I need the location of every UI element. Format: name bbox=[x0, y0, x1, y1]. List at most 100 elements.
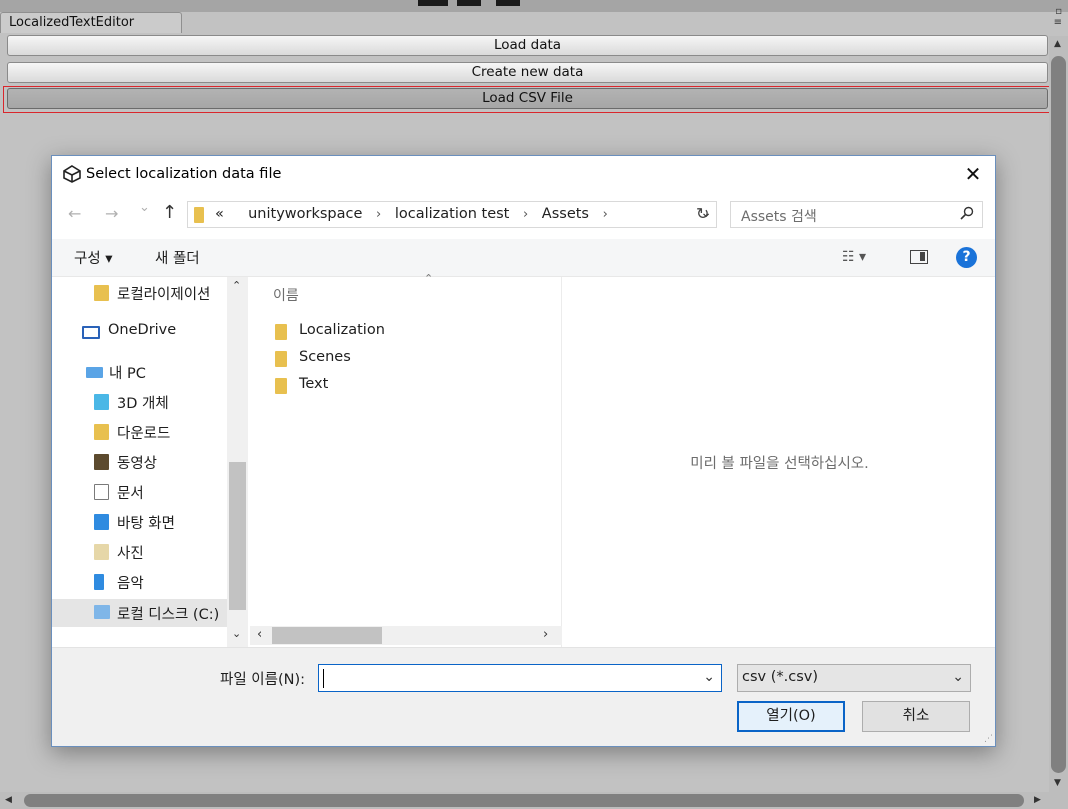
folder-icon bbox=[275, 324, 287, 340]
play-icon[interactable] bbox=[418, 0, 448, 6]
file-list: ⌃ 이름 Localization Scenes Text ‹ › bbox=[250, 272, 562, 647]
organize-menu[interactable]: 구성 ▾ bbox=[74, 247, 113, 268]
search-input[interactable]: Assets 검색 bbox=[730, 201, 983, 228]
step-icon[interactable] bbox=[496, 0, 520, 6]
text-caret bbox=[323, 669, 324, 688]
chevron-down-icon[interactable]: ⌄ bbox=[952, 669, 964, 685]
preview-message: 미리 볼 파일을 선택하십시오. bbox=[690, 456, 869, 472]
editor-window-tab[interactable]: LocalizedTextEditor bbox=[0, 12, 182, 33]
tree-item-pictures[interactable]: 사진 bbox=[94, 540, 229, 566]
folder-icon bbox=[275, 351, 287, 367]
editor-horizontal-scrollbar[interactable]: ◀ ▶ bbox=[0, 792, 1068, 809]
breadcrumb-item[interactable]: unityworkspace bbox=[248, 206, 362, 222]
dialog-title: Select localization data file bbox=[86, 166, 282, 182]
tree-item-documents[interactable]: 문서 bbox=[94, 480, 229, 506]
pictures-icon bbox=[94, 544, 109, 560]
help-icon[interactable]: ? bbox=[956, 247, 977, 268]
scroll-right-icon[interactable]: ▶ bbox=[1034, 795, 1041, 805]
editor-vertical-scrollbar[interactable]: ▲ ▼ bbox=[1049, 36, 1068, 793]
tree-item-label: 바탕 화면 bbox=[117, 516, 175, 532]
scroll-left-icon[interactable]: ◀ bbox=[5, 795, 12, 805]
chevron-up-icon[interactable]: ⌃ bbox=[232, 279, 241, 292]
view-options-icon[interactable]: ☷ ▾ bbox=[842, 249, 866, 265]
preview-pane: 미리 볼 파일을 선택하십시오. bbox=[564, 277, 995, 647]
navigation-tree: 로컬라이제이션 OneDrive 내 PC 3D 개체 다운로드 동영상 문서 bbox=[52, 277, 248, 647]
window-controls[interactable]: ▫ ≡ bbox=[1038, 6, 1062, 30]
dialog-titlebar[interactable]: Select localization data file ✕ bbox=[52, 156, 995, 192]
tree-item-music[interactable]: 음악 bbox=[94, 570, 229, 596]
filename-input[interactable]: ⌄ bbox=[318, 664, 722, 692]
recent-locations-icon[interactable]: ⌄ bbox=[139, 200, 150, 215]
chevron-left-icon[interactable]: ‹ bbox=[257, 627, 262, 642]
scrollbar-thumb[interactable] bbox=[272, 627, 382, 644]
tree-scrollbar[interactable]: ⌃ ⌄ bbox=[227, 277, 248, 647]
3d-objects-icon bbox=[94, 394, 109, 410]
list-item-label: Scenes bbox=[299, 349, 351, 365]
chevron-down-icon[interactable]: ⌄ bbox=[232, 627, 241, 640]
breadcrumb-separator[interactable]: › bbox=[367, 207, 390, 222]
scrollbar-thumb[interactable] bbox=[229, 462, 246, 610]
load-data-button[interactable]: Load data bbox=[7, 35, 1048, 56]
breadcrumb-separator[interactable]: › bbox=[514, 207, 537, 222]
file-list-hscrollbar[interactable]: ‹ › bbox=[250, 626, 562, 645]
tree-item-label: 로컬라이제이션 bbox=[117, 287, 211, 303]
tree-item-local-disk[interactable]: 로컬 디스크 (C:) bbox=[52, 599, 229, 627]
tree-item-label: 문서 bbox=[117, 486, 144, 502]
tree-item-label: 내 PC bbox=[109, 366, 146, 382]
close-icon[interactable]: ✕ bbox=[951, 156, 995, 192]
load-csv-file-button[interactable]: Load CSV File bbox=[7, 88, 1048, 109]
tree-item-label: 동영상 bbox=[117, 456, 158, 472]
search-icon[interactable] bbox=[960, 206, 974, 220]
tree-item-label: 로컬 디스크 (C:) bbox=[117, 607, 220, 623]
breadcrumb-item[interactable]: localization test bbox=[395, 206, 510, 222]
scrollbar-thumb[interactable] bbox=[24, 794, 1024, 807]
breadcrumb-separator[interactable]: › bbox=[594, 207, 617, 222]
back-arrow-icon[interactable]: ← bbox=[68, 204, 81, 223]
tree-item-desktop[interactable]: 바탕 화면 bbox=[94, 510, 229, 536]
forward-arrow-icon[interactable]: → bbox=[105, 204, 118, 223]
scroll-down-icon[interactable]: ▼ bbox=[1054, 778, 1061, 788]
pause-icon[interactable] bbox=[457, 0, 481, 6]
download-icon bbox=[94, 424, 109, 440]
video-icon bbox=[94, 454, 109, 470]
dialog-footer: 파일 이름(N): ⌄ csv (*.csv) ⌄ 열기(O) 취소 ⋰ bbox=[52, 647, 995, 746]
breadcrumb: « unityworkspace › localization test › A… bbox=[215, 206, 617, 222]
cancel-button[interactable]: 취소 bbox=[862, 701, 970, 732]
navigation-bar: ← → ⌄ ↑ « unityworkspace › localization … bbox=[52, 200, 995, 230]
tree-item-label: 3D 개체 bbox=[117, 396, 169, 412]
column-header-name[interactable]: 이름 bbox=[273, 285, 299, 305]
folder-icon bbox=[94, 285, 109, 301]
refresh-icon[interactable]: ↻ bbox=[696, 204, 709, 223]
resize-grip-icon[interactable]: ⋰ bbox=[984, 734, 993, 744]
tree-item-localization[interactable]: 로컬라이제이션 bbox=[94, 281, 229, 307]
preview-pane-icon[interactable] bbox=[910, 250, 928, 264]
scroll-up-icon[interactable]: ▲ bbox=[1054, 39, 1061, 49]
tree-item-label: 다운로드 bbox=[117, 426, 171, 442]
chevron-down-icon[interactable]: ⌄ bbox=[703, 669, 715, 685]
up-arrow-icon[interactable]: ↑ bbox=[162, 202, 177, 223]
tree-item-label: 음악 bbox=[117, 576, 144, 592]
file-type-select[interactable]: csv (*.csv) ⌄ bbox=[737, 664, 971, 692]
tree-item-3d-objects[interactable]: 3D 개체 bbox=[94, 390, 229, 416]
music-icon bbox=[94, 574, 104, 590]
folder-icon bbox=[194, 207, 204, 223]
address-bar[interactable]: « unityworkspace › localization test › A… bbox=[187, 201, 717, 228]
breadcrumb-item[interactable]: Assets bbox=[542, 206, 589, 222]
tree-item-onedrive[interactable]: OneDrive bbox=[82, 320, 229, 346]
scrollbar-thumb[interactable] bbox=[1051, 56, 1066, 773]
tree-item-label: OneDrive bbox=[108, 322, 177, 338]
sort-ascending-icon: ⌃ bbox=[424, 272, 434, 285]
tree-item-this-pc[interactable]: 내 PC bbox=[86, 360, 229, 386]
create-new-data-button[interactable]: Create new data bbox=[7, 62, 1048, 83]
command-bar: 구성 ▾ 새 폴더 ☷ ▾ ? bbox=[52, 239, 995, 277]
tree-item-videos[interactable]: 동영상 bbox=[94, 450, 229, 476]
chevron-right-icon[interactable]: › bbox=[543, 627, 548, 642]
new-folder-button[interactable]: 새 폴더 bbox=[155, 247, 200, 268]
list-item-label: Localization bbox=[299, 322, 385, 338]
tree-item-label: 사진 bbox=[117, 546, 144, 562]
breadcrumb-overflow[interactable]: « bbox=[215, 206, 224, 222]
file-open-dialog: Select localization data file ✕ ← → ⌄ ↑ … bbox=[51, 155, 996, 747]
onedrive-icon bbox=[82, 326, 100, 339]
tree-item-downloads[interactable]: 다운로드 bbox=[94, 420, 229, 446]
open-button[interactable]: 열기(O) bbox=[737, 701, 845, 732]
